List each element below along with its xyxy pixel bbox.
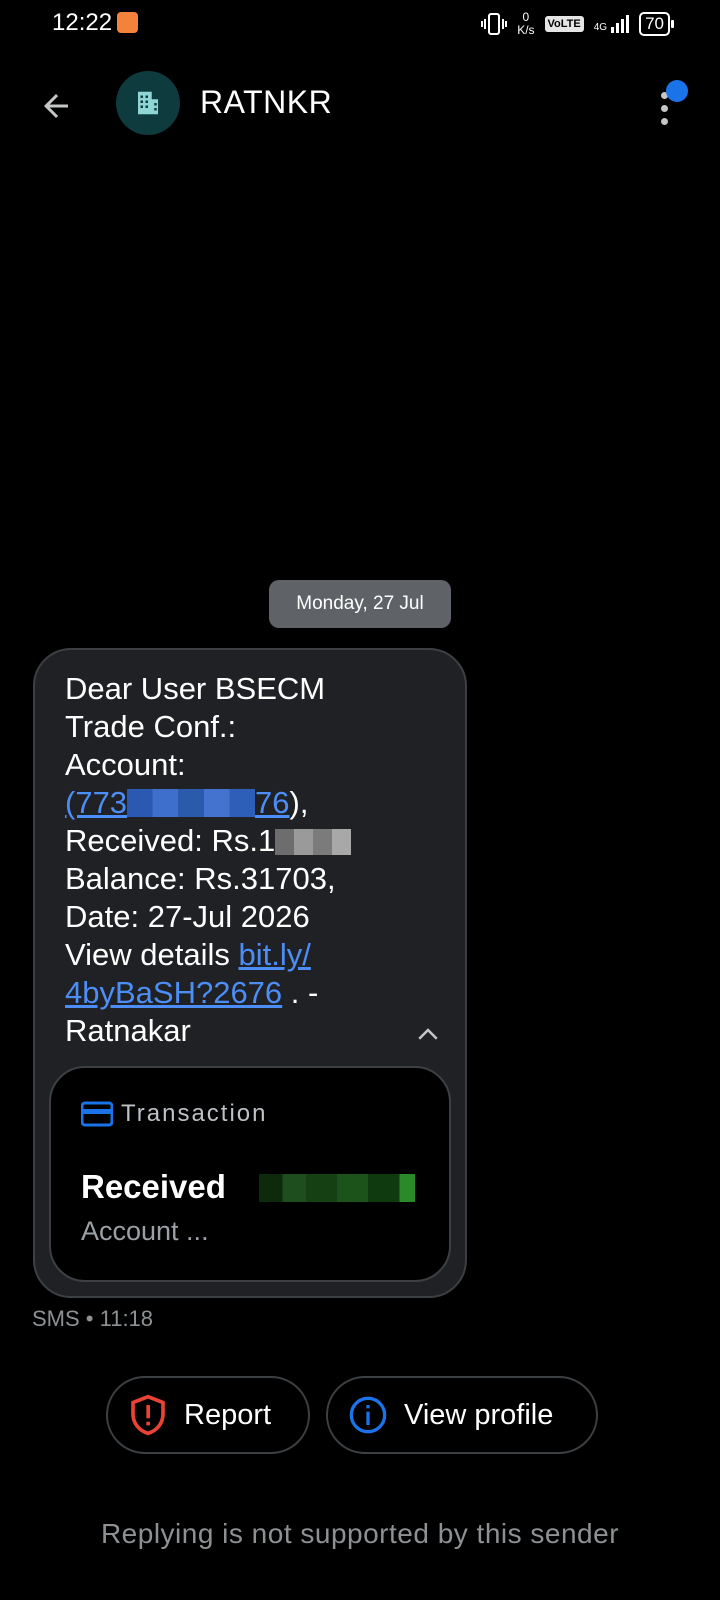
redacted-account-digits: [127, 789, 256, 817]
building-icon: [138, 91, 158, 115]
credit-card-icon: [81, 1101, 113, 1127]
status-bar: 12:22 0 K/s VoLTE 4G 70: [0, 0, 720, 48]
network-type: 4G: [593, 22, 608, 33]
net-speed-unit: K/s: [517, 23, 535, 37]
message-meta: SMS • 11:18: [32, 1306, 154, 1331]
status-icons: 0 K/s VoLTE 4G 70: [481, 8, 674, 40]
signal-icon: 4G: [593, 15, 630, 33]
net-speed: 0 K/s: [517, 11, 534, 37]
transaction-header-label: Transaction: [121, 1100, 268, 1127]
transaction-title: Received: [81, 1168, 226, 1205]
vibrate-icon: [481, 13, 508, 35]
volte-badge: VoLTE: [544, 16, 584, 32]
app-bar: RATNKR: [0, 60, 720, 150]
back-button[interactable]: [30, 80, 82, 132]
date-chip: Monday, 27 Jul: [269, 580, 451, 628]
redacted-transaction-amount: [259, 1174, 415, 1202]
collapse-button[interactable]: [413, 1020, 443, 1050]
report-shield-icon: [131, 1394, 165, 1436]
transaction-card[interactable]: Transaction Received Account ...: [49, 1066, 451, 1282]
transaction-header: Transaction: [81, 1100, 268, 1128]
more-options-button[interactable]: [644, 78, 688, 134]
sender-avatar[interactable]: [116, 71, 180, 135]
back-arrow-icon: [44, 94, 68, 118]
action-row: Report View profile: [0, 1376, 720, 1456]
view-profile-label: View profile: [404, 1398, 554, 1431]
notification-badge: [666, 80, 688, 102]
report-button[interactable]: Report: [106, 1376, 310, 1454]
redacted-amount: [275, 829, 352, 855]
reply-unsupported-note: Replying is not supported by this sender: [100, 1518, 620, 1549]
info-icon: [349, 1396, 387, 1434]
status-time: 12:22: [52, 9, 113, 36]
sender-name[interactable]: RATNKR: [200, 84, 332, 121]
message-text: Dear User BSECM Trade Conf.: Account: (7…: [65, 670, 405, 1050]
details-link-part1[interactable]: bit.ly/: [238, 937, 310, 972]
transaction-subtitle: Account ...: [81, 1216, 209, 1246]
battery-level: 70: [639, 12, 674, 36]
chevron-up-icon: [418, 1028, 438, 1040]
message-bubble[interactable]: Dear User BSECM Trade Conf.: Account: (7…: [33, 648, 467, 1298]
account-number-link[interactable]: (773 76: [65, 785, 290, 820]
details-link-part2[interactable]: 4byBaSH?2676: [65, 975, 282, 1010]
notification-app-icon: [117, 12, 138, 33]
report-label: Report: [184, 1398, 272, 1431]
view-profile-button[interactable]: View profile: [326, 1376, 598, 1454]
